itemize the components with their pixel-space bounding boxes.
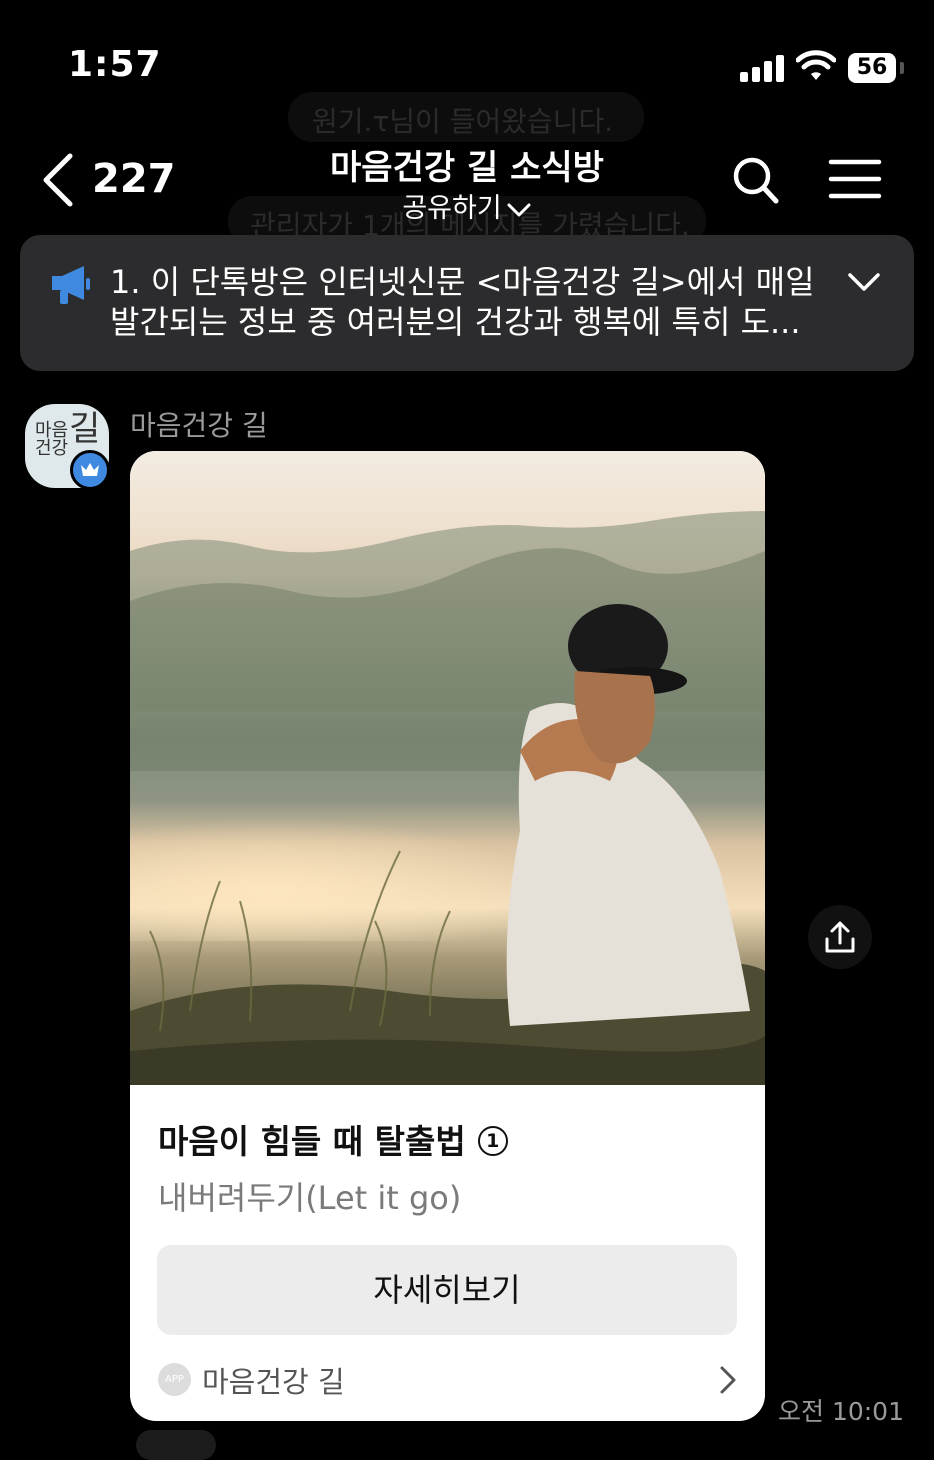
chevron-down-icon xyxy=(507,203,531,216)
app-name-link[interactable]: 마음건강 길 xyxy=(202,1359,345,1401)
message-time: 오전 10:01 xyxy=(778,1397,904,1426)
notice-text: 1. 이 단톡방은 인터넷신문 <마음건강 길>에서 매일 발간되는 정보 중 … xyxy=(110,262,830,342)
search-icon[interactable] xyxy=(732,156,780,206)
wifi-icon xyxy=(796,50,836,80)
notice-line-2: 발간되는 정보 중 여러분의 건강과 행복에 특히 도... xyxy=(110,303,801,341)
crown-icon xyxy=(70,450,110,490)
signal-icon xyxy=(740,54,786,82)
avatar-logo: 마음 건강 길 xyxy=(35,409,101,459)
sender-name: 마음건강 길 xyxy=(130,409,268,442)
megaphone-icon xyxy=(52,266,90,304)
chevron-down-icon[interactable] xyxy=(846,270,882,294)
status-time: 1:57 xyxy=(68,44,162,85)
number-badge: 1 xyxy=(477,1125,508,1156)
chat-room-title: 마음건강 길 소식방 xyxy=(330,148,604,188)
card-subtitle: 내버려두기(Let it go) xyxy=(158,1179,462,1217)
chevron-right-icon[interactable] xyxy=(718,1365,738,1395)
share-label: 공유하기 xyxy=(402,193,502,224)
card-title: 마음이 힘들 때 탈출법 1 xyxy=(158,1115,508,1163)
battery-tip xyxy=(900,62,904,74)
view-details-button[interactable]: 자세히보기 xyxy=(157,1245,737,1335)
link-card[interactable]: 마음이 힘들 때 탈출법 1 내버려두기(Let it go) 자세히보기 APP… xyxy=(130,451,765,1421)
system-message: 원기.τ님이 들어왔습니다. xyxy=(312,105,614,138)
card-photo[interactable] xyxy=(130,451,765,1085)
share-toggle[interactable]: 공유하기 xyxy=(0,186,934,225)
menu-icon[interactable] xyxy=(828,158,882,200)
share-icon[interactable] xyxy=(808,905,872,969)
app-badge-icon: APP xyxy=(158,1363,191,1396)
battery-indicator: 56 xyxy=(848,53,896,83)
next-message-peek xyxy=(136,1430,216,1460)
notice-line-1: 1. 이 단톡방은 인터넷신문 <마음건강 길>에서 매일 xyxy=(110,263,815,301)
